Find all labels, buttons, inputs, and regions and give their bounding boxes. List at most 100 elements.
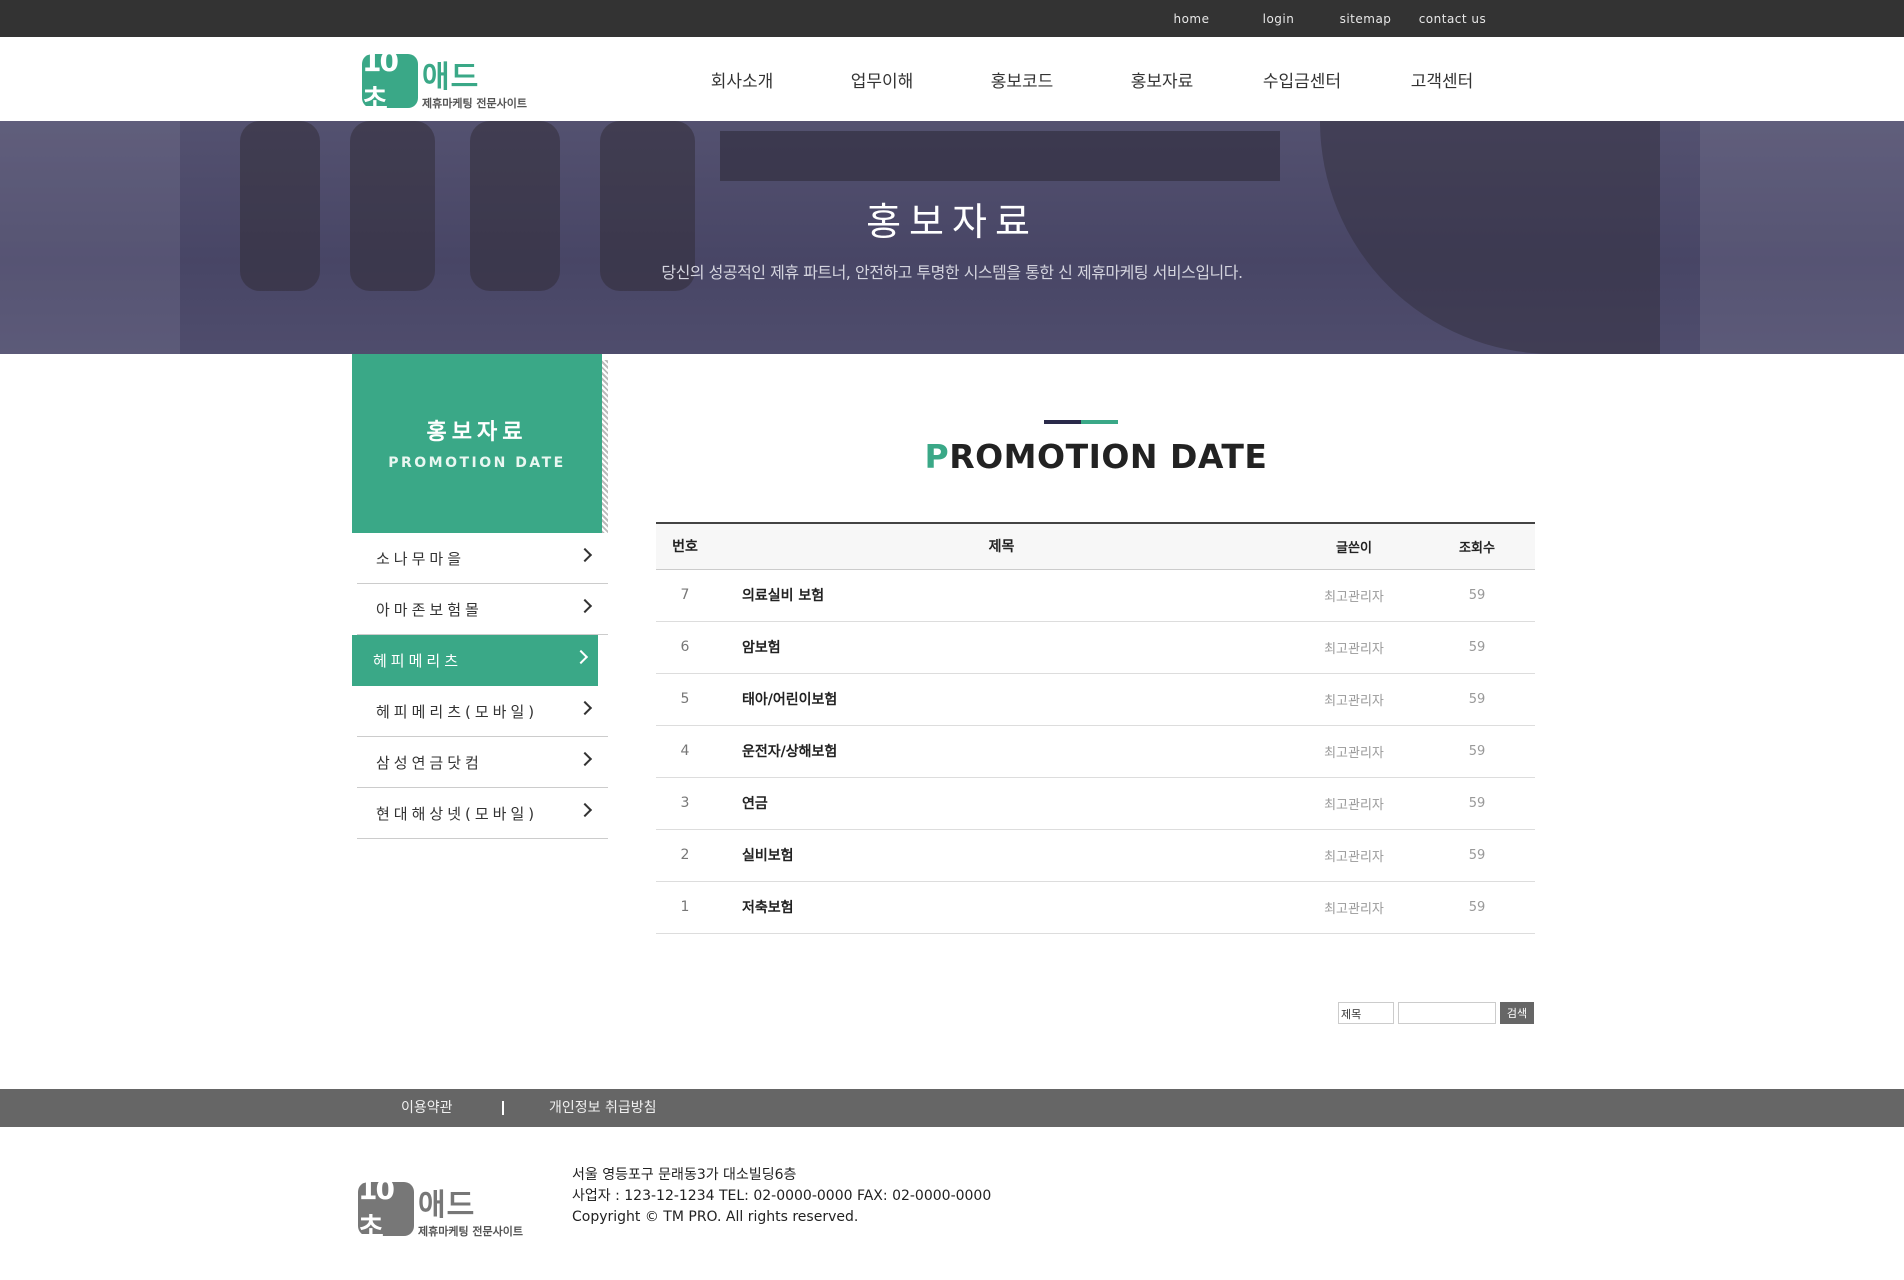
sidebar-item-happymeritz[interactable]: 헤피메리츠 xyxy=(352,635,598,686)
table-row[interactable]: 6 암보험 최고관리자 59 xyxy=(656,621,1535,673)
row-no: 5 xyxy=(680,691,690,707)
row-no: 1 xyxy=(680,899,690,915)
sidebar-item-label: 헤피메리츠 xyxy=(373,651,463,670)
main-nav: 회사소개 업무이해 홍보코드 홍보자료 수입금센터 고객센터 xyxy=(672,37,1512,121)
nav-promo-code[interactable]: 홍보코드 xyxy=(952,67,1092,92)
nav-customer-center[interactable]: 고객센터 xyxy=(1372,67,1512,92)
hero-banner: 홍보자료 당신의 성공적인 제휴 파트너, 안전하고 투명한 시스템을 통한 신… xyxy=(0,121,1904,354)
logo-name: 애드 xyxy=(418,1188,476,1223)
sidebar-item-samsung-pension[interactable]: 삼성연금닷컴 xyxy=(357,737,608,788)
row-hits: 59 xyxy=(1468,795,1486,811)
page-title: PROMOTION DATE xyxy=(924,437,1268,476)
footer-links-bar: 이용약관 개인정보 취급방침 xyxy=(0,1089,1904,1127)
title-accent-bar xyxy=(1044,420,1118,424)
sidebar-header: 홍보자료 PROMOTION DATE xyxy=(352,354,608,533)
chevron-right-icon xyxy=(577,802,593,818)
nav-promo-data[interactable]: 홍보자료 xyxy=(1092,67,1232,92)
search-input[interactable] xyxy=(1398,1002,1496,1024)
nav-business[interactable]: 업무이해 xyxy=(812,67,952,92)
site-header: 10초 애드 제휴마케팅 전문사이트 회사소개 업무이해 홍보코드 홍보자료 수… xyxy=(0,37,1904,121)
board-table: 번호 제목 글쓴이 조회수 7 의료실비 보험 최고관리자 59 6 암보험 최… xyxy=(656,522,1535,934)
table-row[interactable]: 1 저축보험 최고관리자 59 xyxy=(656,881,1535,933)
table-row[interactable]: 7 의료실비 보험 최고관리자 59 xyxy=(656,569,1535,621)
home-link[interactable]: home xyxy=(1148,12,1235,26)
row-title-link[interactable]: 태아/어린이보험 xyxy=(714,673,1289,725)
logo-tagline: 제휴마케팅 전문사이트 xyxy=(418,1225,524,1238)
row-hits: 59 xyxy=(1468,847,1486,863)
col-header-no: 번호 xyxy=(672,539,698,556)
search-button[interactable]: 검색 xyxy=(1500,1002,1534,1024)
row-hits: 59 xyxy=(1468,587,1486,603)
row-hits: 59 xyxy=(1468,899,1486,915)
privacy-link[interactable]: 개인정보 취급방침 xyxy=(549,1089,657,1127)
row-writer: 최고관리자 xyxy=(1324,797,1384,813)
sidebar-menu: 소나무마을 아마존보험몰 헤피메리츠 헤피메리츠(모바일) 삼성연금닷컴 현대해… xyxy=(352,533,608,839)
row-no: 4 xyxy=(680,743,690,759)
sitemap-link[interactable]: sitemap xyxy=(1322,12,1409,26)
row-no: 3 xyxy=(680,795,690,811)
sidebar-item-hyundai-mobile[interactable]: 현대해상넷(모바일) xyxy=(357,788,608,839)
footer-info: 서울 영등포구 문래동3가 대소빌딩6층 사업자 : 123-12-1234 T… xyxy=(572,1165,991,1228)
col-header-hits: 조회수 xyxy=(1459,540,1495,556)
row-hits: 59 xyxy=(1468,639,1486,655)
chevron-right-icon xyxy=(577,547,593,563)
chevron-right-icon xyxy=(573,649,589,665)
sidebar-subtitle: PROMOTION DATE xyxy=(388,455,566,471)
row-title-link[interactable]: 암보험 xyxy=(714,621,1289,673)
row-title-link[interactable]: 운전자/상해보험 xyxy=(714,725,1289,777)
chevron-right-icon xyxy=(577,598,593,614)
row-no: 7 xyxy=(680,587,690,603)
table-row[interactable]: 3 연금 최고관리자 59 xyxy=(656,777,1535,829)
hero-subtitle: 당신의 성공적인 제휴 파트너, 안전하고 투명한 시스템을 통한 신 제휴마케… xyxy=(661,263,1243,282)
footer-business: 사업자 : 123-12-1234 TEL: 02-0000-0000 FAX:… xyxy=(572,1188,992,1204)
hero-title: 홍보자료 xyxy=(866,200,1038,244)
top-links: home login sitemap contact us xyxy=(1148,0,1496,37)
sidebar-stripe xyxy=(602,360,608,533)
terms-link[interactable]: 이용약관 xyxy=(401,1089,453,1127)
logo-mark: 10초 xyxy=(362,45,418,116)
row-no: 6 xyxy=(680,639,690,655)
footer-copyright: Copyright © TM PRO. All rights reserved. xyxy=(572,1209,859,1225)
col-header-writer: 글쓴이 xyxy=(1336,540,1372,556)
sidebar-item-sonamu[interactable]: 소나무마을 xyxy=(357,533,608,584)
row-title-link[interactable]: 의료실비 보험 xyxy=(714,569,1289,621)
nav-income-center[interactable]: 수입금센터 xyxy=(1232,67,1372,92)
table-row[interactable]: 4 운전자/상해보험 최고관리자 59 xyxy=(656,725,1535,777)
search-field-select[interactable]: 제목 xyxy=(1338,1002,1394,1024)
table-header-row: 번호 제목 글쓴이 조회수 xyxy=(656,523,1535,569)
sidebar-item-happymeritz-mobile[interactable]: 헤피메리츠(모바일) xyxy=(357,686,608,737)
nav-company[interactable]: 회사소개 xyxy=(672,67,812,92)
sidebar-item-label: 현대해상넷(모바일) xyxy=(376,804,539,823)
row-writer: 최고관리자 xyxy=(1324,849,1384,865)
row-title-link[interactable]: 연금 xyxy=(714,777,1289,829)
site-logo[interactable]: 10초 애드 제휴마케팅 전문사이트 xyxy=(362,45,527,116)
footer-logo: 10초 애드 제휴마케팅 전문사이트 xyxy=(358,1173,523,1244)
row-writer: 최고관리자 xyxy=(1324,693,1384,709)
table-row[interactable]: 5 태아/어린이보험 최고관리자 59 xyxy=(656,673,1535,725)
row-hits: 59 xyxy=(1468,691,1486,707)
sidebar-item-label: 헤피메리츠(모바일) xyxy=(376,702,539,721)
row-no: 2 xyxy=(680,847,690,863)
footer-divider xyxy=(502,1101,504,1115)
table-row[interactable]: 2 실비보험 최고관리자 59 xyxy=(656,829,1535,881)
board-search: 제목 검색 xyxy=(1338,1002,1534,1024)
col-header-title: 제목 xyxy=(988,539,1015,556)
sidebar-item-label: 아마존보험몰 xyxy=(376,600,483,619)
chevron-right-icon xyxy=(577,700,593,716)
logo-mark: 10초 xyxy=(358,1173,414,1244)
row-title-link[interactable]: 저축보험 xyxy=(714,881,1289,933)
row-writer: 최고관리자 xyxy=(1324,745,1384,761)
row-writer: 최고관리자 xyxy=(1324,641,1384,657)
row-writer: 최고관리자 xyxy=(1324,589,1384,605)
login-link[interactable]: login xyxy=(1235,12,1322,26)
row-title-link[interactable]: 실비보험 xyxy=(714,829,1289,881)
logo-name: 애드 xyxy=(422,60,480,95)
top-utility-bar: home login sitemap contact us xyxy=(0,0,1904,37)
chevron-right-icon xyxy=(577,751,593,767)
sidebar-item-amazon[interactable]: 아마존보험몰 xyxy=(357,584,608,635)
contact-us-link[interactable]: contact us xyxy=(1409,12,1496,26)
sidebar-title: 홍보자료 xyxy=(426,420,528,445)
row-writer: 최고관리자 xyxy=(1324,901,1384,917)
sidebar-item-label: 소나무마을 xyxy=(376,549,466,568)
logo-tagline: 제휴마케팅 전문사이트 xyxy=(422,97,528,110)
